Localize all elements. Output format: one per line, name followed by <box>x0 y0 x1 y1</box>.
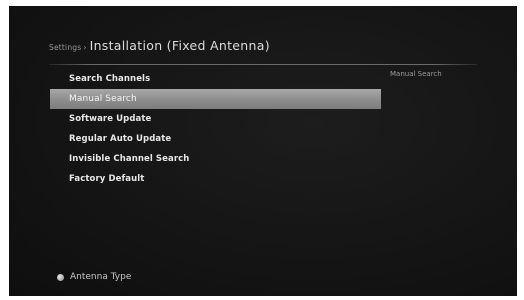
breadcrumb-separator: › <box>83 43 87 52</box>
antenna-type-label: Antenna Type <box>70 272 132 282</box>
breadcrumb[interactable]: Settings <box>49 43 81 52</box>
menu-item-factory-default[interactable]: Factory Default <box>50 169 381 189</box>
page-header: Settings › Installation (Fixed Antenna) <box>49 38 270 58</box>
circle-button-icon <box>57 273 64 281</box>
menu-item-search-channels[interactable]: Search Channels <box>50 69 381 89</box>
tv-screen: Settings › Installation (Fixed Antenna) … <box>9 6 517 296</box>
footer-action[interactable]: Antenna Type <box>57 272 131 282</box>
installation-menu: Search Channels Manual Search Software U… <box>50 69 381 189</box>
menu-item-label: Regular Auto Update <box>69 134 172 144</box>
menu-item-label: Manual Search <box>69 94 137 104</box>
menu-item-manual-search[interactable]: Manual Search <box>50 89 381 109</box>
menu-item-software-update[interactable]: Software Update <box>50 109 381 129</box>
menu-item-label: Search Channels <box>69 74 151 84</box>
menu-item-invisible-channel-search[interactable]: Invisible Channel Search <box>50 149 381 169</box>
header-divider <box>49 64 477 65</box>
menu-item-label: Software Update <box>69 114 152 124</box>
page-title: Installation (Fixed Antenna) <box>89 38 270 53</box>
menu-item-label: Invisible Channel Search <box>69 154 190 164</box>
help-description: Manual Search <box>390 70 442 78</box>
menu-item-regular-auto-update[interactable]: Regular Auto Update <box>50 129 381 149</box>
menu-item-label: Factory Default <box>69 174 145 184</box>
